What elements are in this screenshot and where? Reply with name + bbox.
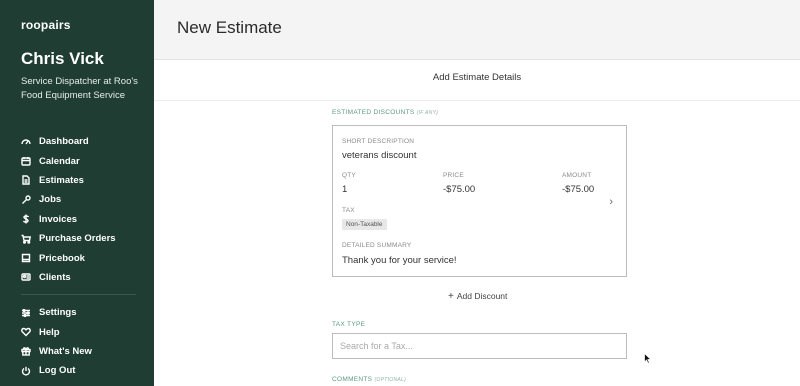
section-divider — [154, 100, 800, 101]
id-card-icon — [21, 272, 31, 282]
sidebar-item-label: Dashboard — [39, 136, 89, 148]
sliders-icon — [21, 308, 31, 318]
gift-icon — [21, 346, 31, 357]
tax-label: TAX — [342, 207, 355, 214]
sidebar-item-label: Log Out — [39, 365, 76, 377]
sidebar-item-log-out[interactable]: Log Out — [0, 361, 154, 380]
primary-nav: Dashboard Calendar Estimates Jobs Invoic… — [0, 132, 154, 287]
sidebar-item-label: Purchase Orders — [39, 233, 116, 245]
sidebar-item-calendar[interactable]: Calendar — [0, 151, 154, 170]
wrench-icon — [21, 195, 31, 205]
summary-label: DETAILED SUMMARY — [342, 242, 412, 249]
amount-label: AMOUNT — [562, 172, 592, 179]
dollar-icon — [21, 214, 31, 224]
tax-badge: Non-Taxable — [342, 219, 387, 230]
sidebar: roopairs Chris Vick Service Dispatcher a… — [0, 0, 154, 386]
discount-card[interactable]: SHORT DESCRIPTION veterans discount QTY … — [332, 125, 627, 277]
short-description-label: SHORT DESCRIPTION — [342, 138, 415, 145]
mouse-cursor-icon — [644, 353, 652, 364]
sidebar-item-estimates[interactable]: Estimates — [0, 171, 154, 190]
tax-type-label: TAX TYPE — [332, 321, 366, 328]
app-logo[interactable]: roopairs — [21, 18, 71, 32]
summary-value: Thank you for your service! — [342, 255, 457, 266]
sidebar-item-whats-new[interactable]: What's New — [0, 342, 154, 361]
amount-value: -$75.00 — [562, 184, 595, 195]
nav-divider — [21, 294, 136, 295]
qty-label: QTY — [342, 172, 356, 179]
user-role: Service Dispatcher at Roo's Food Equipme… — [21, 76, 138, 101]
comments-label: COMMENTS (OPTIONAL) — [332, 376, 407, 383]
sidebar-item-invoices[interactable]: Invoices — [0, 210, 154, 229]
main-area: New Estimate Add Estimate Details ESTIMA… — [154, 0, 800, 386]
sidebar-item-label: What's New — [39, 345, 92, 357]
sidebar-item-dashboard[interactable]: Dashboard — [0, 132, 154, 151]
optional-note: (OPTIONAL) — [374, 377, 407, 383]
sidebar-item-label: Help — [39, 326, 60, 338]
document-icon — [21, 175, 31, 186]
book-icon — [21, 253, 31, 263]
power-icon — [21, 366, 31, 376]
qty-value: 1 — [342, 184, 348, 195]
price-label: PRICE — [443, 172, 464, 179]
secondary-nav: Settings Help What's New Log Out — [0, 303, 154, 381]
calendar-icon — [21, 156, 31, 166]
sidebar-item-label: Settings — [39, 307, 77, 319]
section-title: Add Estimate Details — [432, 72, 522, 83]
sidebar-item-label: Estimates — [39, 174, 84, 186]
sidebar-item-pricebook[interactable]: Pricebook — [0, 248, 154, 267]
sidebar-item-purchase-orders[interactable]: Purchase Orders — [0, 229, 154, 248]
sidebar-item-help[interactable]: Help — [0, 322, 154, 341]
plus-icon: + — [448, 291, 454, 302]
add-discount-label: Add Discount — [456, 291, 508, 301]
dashboard-icon — [21, 137, 31, 147]
page-title: New Estimate — [177, 18, 282, 37]
sidebar-item-label: Calendar — [39, 155, 80, 167]
estimate-form: Add Estimate Details ESTIMATED DISCOUNTS… — [154, 60, 800, 386]
discounts-label: ESTIMATED DISCOUNTS (IF ANY) — [332, 109, 439, 116]
sidebar-item-label: Pricebook — [39, 252, 85, 264]
tax-search-input[interactable] — [332, 333, 627, 359]
sidebar-item-jobs[interactable]: Jobs — [0, 190, 154, 209]
user-name: Chris Vick — [21, 49, 104, 68]
cart-icon — [21, 234, 31, 244]
sidebar-item-label: Jobs — [39, 194, 62, 206]
optional-note: (IF ANY) — [416, 110, 439, 116]
page-header: New Estimate — [154, 0, 800, 60]
sidebar-item-label: Clients — [39, 271, 71, 283]
sidebar-item-label: Invoices — [39, 213, 78, 225]
price-value: -$75.00 — [443, 184, 476, 195]
short-description-value: veterans discount — [342, 150, 417, 161]
add-discount-button[interactable]: + Add Discount — [448, 291, 507, 302]
sidebar-item-clients[interactable]: Clients — [0, 268, 154, 287]
chevron-right-icon[interactable]: › — [609, 196, 613, 208]
heart-icon — [21, 327, 31, 337]
sidebar-item-settings[interactable]: Settings — [0, 303, 154, 322]
